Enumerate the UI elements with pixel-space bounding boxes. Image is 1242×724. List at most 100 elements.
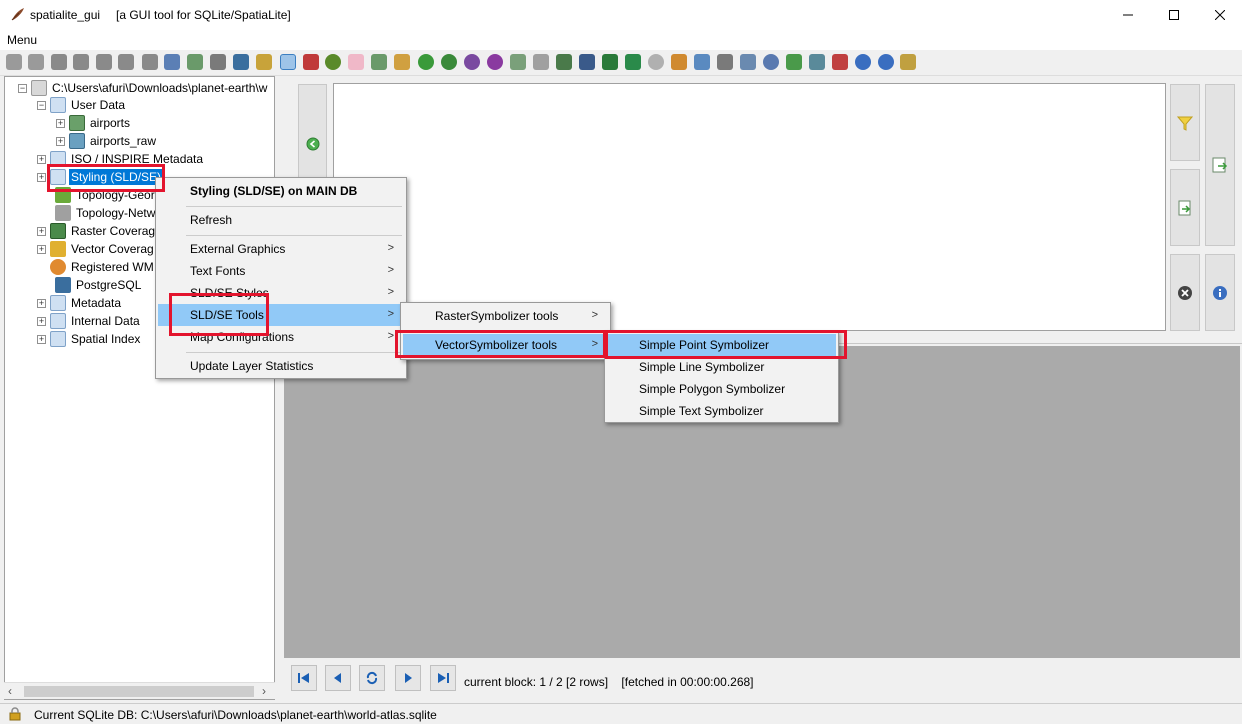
load-dbf-icon[interactable] xyxy=(210,54,226,70)
tree-item-internal-data[interactable]: + Internal Data xyxy=(37,312,142,330)
windows-icon[interactable] xyxy=(694,54,710,70)
simple-point-symbolizer-menu-item[interactable]: Simple Point Symbolizer xyxy=(607,334,836,356)
save-memory-icon[interactable] xyxy=(118,54,134,70)
network-icon[interactable] xyxy=(786,54,802,70)
tree-item-label: Internal Data xyxy=(71,314,140,328)
grid-icon[interactable] xyxy=(556,54,572,70)
scroll-right-icon[interactable]: › xyxy=(262,684,266,698)
menu-button[interactable]: Menu xyxy=(7,33,37,47)
create-db-icon[interactable] xyxy=(51,54,67,70)
first-block-button[interactable] xyxy=(291,665,317,691)
update-layer-statistics-menu-item[interactable]: Update Layer Statistics xyxy=(158,355,404,377)
expand-icon[interactable]: + xyxy=(37,298,46,308)
raster-symbolizer-tools-menu-item[interactable]: RasterSymbolizer tools > xyxy=(403,305,608,327)
table-export-icon[interactable] xyxy=(579,54,595,70)
refresh-menu-item[interactable]: Refresh xyxy=(158,209,404,231)
sld-se-tools-menu-item[interactable]: SLD/SE Tools > xyxy=(158,304,404,326)
last-block-button[interactable] xyxy=(430,665,456,691)
tree-item-vector-coverages[interactable]: + Vector Coverag xyxy=(37,240,156,258)
close-button[interactable] xyxy=(1197,0,1242,30)
disconnect-icon[interactable] xyxy=(28,54,44,70)
globe-blue-icon[interactable] xyxy=(441,54,457,70)
xls-grid-icon[interactable] xyxy=(625,54,641,70)
load-sql-button[interactable] xyxy=(1170,169,1200,246)
expand-icon[interactable]: + xyxy=(37,172,46,182)
expand-icon[interactable]: + xyxy=(37,244,46,254)
minimize-button[interactable] xyxy=(1105,0,1151,30)
tree-item-registered-wms[interactable]: Registered WM xyxy=(50,258,156,276)
bug-icon[interactable] xyxy=(325,54,341,70)
doc-import-icon[interactable] xyxy=(533,54,549,70)
sql-script-icon[interactable] xyxy=(164,54,180,70)
memory-db-icon[interactable] xyxy=(73,54,89,70)
save-sql-button[interactable] xyxy=(1205,84,1235,246)
vacuum-icon[interactable] xyxy=(96,54,112,70)
virtual-shp-icon[interactable] xyxy=(256,54,272,70)
maximize-button[interactable] xyxy=(1151,0,1197,30)
eraser-icon[interactable] xyxy=(348,54,364,70)
layers-icon[interactable] xyxy=(671,54,687,70)
tree-root[interactable]: − C:\Users\afuri\Downloads\planet-earth\… xyxy=(18,79,269,97)
tree-item-metadata[interactable]: + Metadata xyxy=(37,294,123,312)
collapse-icon[interactable]: − xyxy=(18,83,27,93)
simple-polygon-symbolizer-menu-item[interactable]: Simple Polygon Symbolizer xyxy=(607,378,836,400)
tree-item-topology-net[interactable]: Topology-Netw xyxy=(55,204,157,222)
text-fonts-menu-item[interactable]: Text Fonts > xyxy=(158,260,404,282)
table-icon[interactable] xyxy=(740,54,756,70)
exit-icon[interactable] xyxy=(900,54,916,70)
external-graphics-menu-item[interactable]: External Graphics > xyxy=(158,238,404,260)
font-icon[interactable] xyxy=(832,54,848,70)
globe-purple-icon[interactable] xyxy=(464,54,480,70)
globe-violet-icon[interactable] xyxy=(487,54,503,70)
filter-button[interactable] xyxy=(1170,84,1200,161)
expand-icon[interactable]: + xyxy=(37,226,46,236)
sql-editor[interactable] xyxy=(333,83,1166,331)
clear-button[interactable] xyxy=(1170,254,1200,331)
map-configurations-menu-item[interactable]: Map Configurations > xyxy=(158,326,404,348)
wifi-icon[interactable] xyxy=(763,54,779,70)
tree-item-postgresql[interactable]: PostgreSQL xyxy=(55,276,143,294)
connect-icon[interactable] xyxy=(6,54,22,70)
doc-export-icon[interactable] xyxy=(510,54,526,70)
vector-symbolizer-tools-menu-item[interactable]: VectorSymbolizer tools > xyxy=(403,334,608,356)
tree-item-topology-geo[interactable]: Topology-Geor xyxy=(55,186,157,204)
expand-icon[interactable]: + xyxy=(37,334,46,344)
collapse-icon[interactable]: − xyxy=(37,100,46,110)
info-button[interactable] xyxy=(1205,254,1235,331)
load-shp-icon[interactable] xyxy=(187,54,203,70)
tree-item-iso-inspire[interactable]: + ISO / INSPIRE Metadata xyxy=(37,150,205,168)
postgres-icon[interactable] xyxy=(233,54,249,70)
scroll-left-icon[interactable]: ‹ xyxy=(8,684,12,698)
excel-icon[interactable] xyxy=(602,54,618,70)
tree-item-styling[interactable]: + Styling (SLD/SE) xyxy=(37,168,164,186)
expand-icon[interactable]: + xyxy=(37,316,46,326)
sld-se-styles-menu-item[interactable]: SLD/SE Styles > xyxy=(158,282,404,304)
about-icon[interactable] xyxy=(878,54,894,70)
map-icon[interactable] xyxy=(809,54,825,70)
help-icon[interactable] xyxy=(855,54,871,70)
expand-icon[interactable]: + xyxy=(56,136,65,146)
tree-item-spatial-index[interactable]: + Spatial Index xyxy=(37,330,142,348)
simple-text-symbolizer-menu-item[interactable]: Simple Text Symbolizer xyxy=(607,400,836,422)
chart-icon[interactable] xyxy=(303,54,319,70)
refresh-block-button[interactable] xyxy=(359,665,385,691)
expand-icon[interactable]: + xyxy=(37,154,46,164)
list-icon[interactable] xyxy=(717,54,733,70)
tree-item-raster-coverages[interactable]: + Raster Coverage xyxy=(37,222,164,240)
globe-green-icon[interactable] xyxy=(418,54,434,70)
tree-item-user-data[interactable]: − User Data xyxy=(37,96,127,114)
export-icon[interactable] xyxy=(371,54,387,70)
prev-block-button[interactable] xyxy=(325,665,351,691)
eye-icon[interactable] xyxy=(648,54,664,70)
next-block-button[interactable] xyxy=(395,665,421,691)
attach-db-icon[interactable] xyxy=(142,54,158,70)
scroll-thumb[interactable] xyxy=(24,686,254,697)
tree-item-airports[interactable]: + airports xyxy=(56,114,132,132)
tree-horizontal-scrollbar[interactable]: ‹ › xyxy=(4,682,275,699)
simple-line-symbolizer-menu-item[interactable]: Simple Line Symbolizer xyxy=(607,356,836,378)
query-view-icon[interactable] xyxy=(280,54,296,70)
expand-icon[interactable]: + xyxy=(56,118,65,128)
tree-item-airports-raw[interactable]: + airports_raw xyxy=(56,132,158,150)
import-icon[interactable] xyxy=(394,54,410,70)
back-arrow-icon[interactable] xyxy=(306,137,320,151)
